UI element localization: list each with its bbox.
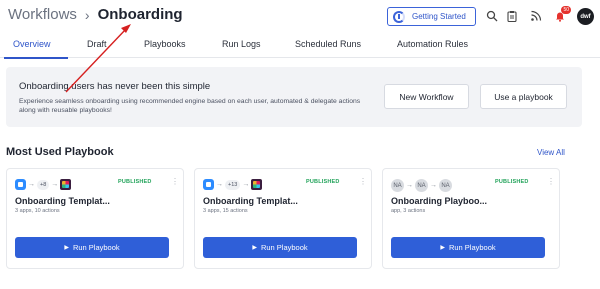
search-icon[interactable] — [485, 9, 499, 23]
run-playbook-button[interactable]: ▶ Run Playbook — [391, 237, 545, 258]
banner-title: Onboarding users has never been this sim… — [19, 81, 211, 92]
card-subtitle: 3 apps, 15 actions — [203, 208, 248, 214]
getting-started-label: Getting Started — [412, 12, 466, 21]
play-icon: ▶ — [64, 245, 69, 251]
card-subtitle: app, 3 actions — [391, 208, 426, 214]
card-subtitle: 3 apps, 10 actions — [15, 208, 60, 214]
run-playbook-label: Run Playbook — [260, 243, 308, 252]
app-placeholder-icon: NA — [415, 179, 428, 192]
section-title: Most Used Playbook — [6, 146, 114, 158]
avatar[interactable]: dwf — [577, 8, 594, 25]
tab-playbooks[interactable]: Playbooks — [144, 39, 186, 49]
arrow-right-icon: → — [28, 181, 35, 188]
tab-draft[interactable]: Draft — [87, 39, 107, 49]
arrow-right-icon: → — [51, 181, 59, 188]
more-options-icon[interactable]: ⋮ — [547, 177, 555, 186]
tab-overview[interactable]: Overview — [13, 39, 51, 49]
run-playbook-label: Run Playbook — [448, 243, 496, 252]
tab-scheduled-runs[interactable]: Scheduled Runs — [295, 39, 361, 49]
app-placeholder-icon: NA — [439, 179, 452, 192]
play-icon: ▶ — [252, 245, 257, 251]
card-app-icons: NA → NA → NA — [391, 179, 452, 192]
tab-bar: Overview Draft Playbooks Run Logs Schedu… — [0, 36, 600, 59]
run-playbook-label: Run Playbook — [72, 243, 120, 252]
status-badge: PUBLISHED — [118, 179, 152, 185]
zoom-icon — [15, 179, 26, 190]
tab-run-logs[interactable]: Run Logs — [222, 39, 261, 49]
more-options-icon[interactable]: ⋮ — [359, 177, 367, 186]
zoom-icon — [203, 179, 214, 190]
use-playbook-button[interactable]: Use a playbook — [480, 84, 567, 109]
run-playbook-button[interactable]: ▶ Run Playbook — [203, 237, 357, 258]
clipboard-icon[interactable] — [505, 9, 519, 23]
card-title: Onboarding Templat... — [15, 196, 110, 206]
new-workflow-button[interactable]: New Workflow — [384, 84, 469, 109]
banner-description: Experience seamless onboarding using rec… — [19, 98, 361, 114]
card-title: Onboarding Templat... — [203, 196, 298, 206]
tab-automation-rules[interactable]: Automation Rules — [397, 39, 468, 49]
page-title: Onboarding — [97, 6, 183, 23]
view-all-link[interactable]: View All — [537, 148, 565, 157]
card-app-icons: → +8 → — [15, 179, 72, 190]
playbook-card[interactable]: → +13 → PUBLISHED ⋮ Onboarding Templat..… — [194, 168, 372, 269]
run-playbook-button[interactable]: ▶ Run Playbook — [15, 237, 169, 258]
play-icon: ▶ — [440, 245, 445, 251]
breadcrumb-separator: › — [84, 6, 90, 23]
playbook-card[interactable]: → +8 → PUBLISHED ⋮ Onboarding Templat...… — [6, 168, 184, 269]
app-count-badge: +13 — [225, 179, 241, 190]
bell-icon[interactable]: 50 — [553, 6, 571, 23]
card-title: Onboarding Playboo... — [391, 196, 488, 206]
feed-icon[interactable] — [529, 9, 543, 23]
status-badge: PUBLISHED — [495, 179, 529, 185]
getting-started-button[interactable]: Getting Started — [387, 7, 476, 26]
breadcrumb: Workflows › Onboarding — [8, 6, 183, 23]
status-badge: PUBLISHED — [306, 179, 340, 185]
arrow-right-icon: → — [242, 181, 250, 188]
notification-badge: 50 — [561, 6, 571, 14]
slack-icon — [60, 179, 72, 190]
active-tab-indicator — [4, 57, 68, 59]
arrow-right-icon: → — [430, 182, 437, 189]
more-options-icon[interactable]: ⋮ — [171, 177, 179, 186]
breadcrumb-workflows[interactable]: Workflows — [8, 6, 77, 23]
arrow-right-icon: → — [406, 182, 413, 189]
slack-icon — [251, 179, 263, 190]
playbook-card[interactable]: NA → NA → NA PUBLISHED ⋮ Onboarding Play… — [382, 168, 560, 269]
app-placeholder-icon: NA — [391, 179, 404, 192]
onboarding-banner: Onboarding users has never been this sim… — [6, 67, 582, 127]
card-app-icons: → +13 → — [203, 179, 263, 190]
app-count-badge: +8 — [37, 179, 50, 190]
progress-ring-icon — [393, 10, 405, 23]
page-header: Workflows › Onboarding Getting Started 5… — [0, 0, 600, 32]
arrow-right-icon: → — [216, 181, 223, 188]
